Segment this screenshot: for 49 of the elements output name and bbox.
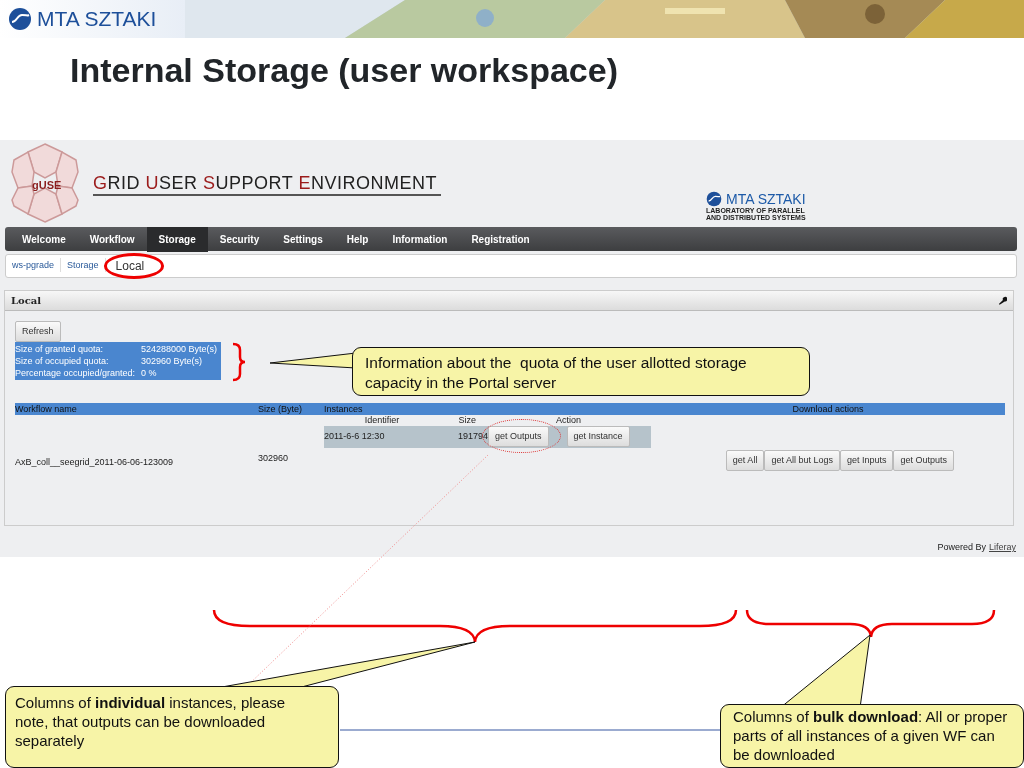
nav-tab[interactable]: Workflow [77,226,147,252]
logo-text: MTA SZTAKI [726,192,806,206]
column-header: Size [457,414,477,426]
logo-text: MTA SZTAKI [37,6,157,33]
quota-label: Size of occupied quota: [15,354,110,367]
logo-icon [8,7,32,31]
slide-title: Internal Storage (user workspace) [69,50,619,91]
portlet-title: Local [11,294,42,308]
quota-label: Percentage occupied/granted: [15,366,137,379]
table-cell-text: 191794 [456,430,488,444]
table-cell-text: 302960 [258,451,290,465]
column-header: Workflow name [15,402,78,415]
quota-value: 524288000 Byte(s) [141,342,218,355]
nav-tab[interactable]: Settings [271,226,335,252]
nav-tab[interactable]: Storage [146,226,208,252]
logo-icon [706,191,722,207]
column-header: Action [555,414,582,426]
wrench-icon[interactable] [998,296,1007,305]
footer-text: Powered By [937,541,986,554]
quota-value: 302960 Byte(s) [141,354,203,367]
download-button[interactable]: get Inputs [839,449,894,471]
banner-title: GRID USER SUPPORT ENVIRONMENT [93,174,441,196]
breadcrumb-link[interactable]: ws-pgrade [12,258,62,273]
refresh-button[interactable]: Refresh [15,321,61,342]
brace-drawing [232,342,247,382]
nav-tab[interactable]: Help [334,226,381,252]
column-header: Identifier [363,414,401,426]
quota-value: 0 % [141,366,157,379]
table-cell-text: 2011-6-6 12:30 [324,430,386,444]
column-header: Size (Byte) [258,402,303,415]
download-button[interactable]: get All [725,449,765,471]
footer-link[interactable]: Liferay [989,541,1016,555]
breadcrumb-link[interactable]: Storage [67,258,106,273]
quota-label: Size of granted quota: [15,342,105,355]
callout-text: Information about the quota of the user allotted storage capacity in the Portal server [352,347,810,396]
breadcrumb-link[interactable]: Local [111,257,151,275]
table-cell-text: AxB_coll__seegrid_2011-06-06-123009 [15,455,174,469]
action-button[interactable]: get Outputs [488,426,549,448]
nav-tab[interactable]: Security [207,226,272,252]
nav-tab[interactable]: Welcome [10,226,78,252]
logo-icon [10,142,80,224]
download-button[interactable]: get Outputs [893,449,954,471]
nav-tab[interactable]: Registration [459,226,542,252]
logo-text: gUSE [32,178,62,193]
column-header: Instances [324,402,364,415]
nav-tab[interactable]: Information [380,226,460,252]
action-button[interactable]: get Instance [566,426,630,448]
download-button[interactable]: get All but Logs [764,449,840,471]
column-header: Download actions [791,402,865,415]
